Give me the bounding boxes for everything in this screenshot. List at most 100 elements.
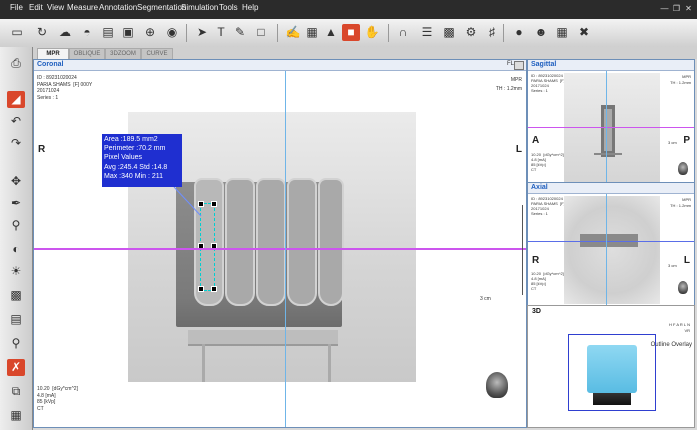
window-level-icon[interactable]: ▭ — [8, 24, 26, 41]
acquisition-info: 10.20 [dGy*cm^2] 4.8 [mA] 85 [kVp] CT — [531, 271, 564, 291]
perimeter-value: Perimeter :70.2 mm — [104, 145, 166, 153]
hand-icon[interactable]: ✋ — [363, 24, 381, 41]
menu-help[interactable]: Help — [242, 3, 258, 12]
head-orientation-icon[interactable] — [678, 162, 688, 175]
spine-icon[interactable]: ☰ — [418, 24, 436, 41]
gradient-icon[interactable]: ▩ — [7, 287, 25, 304]
globe-icon[interactable]: ⊕ — [141, 24, 159, 41]
thickness-label: TH : 1.2mm — [670, 80, 691, 85]
sagittal-viewport[interactable]: Sagittal ID : 89231020024 PARIA SHAMS [F… — [527, 59, 695, 185]
lock-icon[interactable]: ◉ — [163, 24, 181, 41]
axial-viewport[interactable]: Axial ID : 89231020024 PARIA SHAMS [F] 0… — [527, 182, 695, 306]
magnifier-icon[interactable]: ⚲ — [7, 217, 25, 234]
left-toolbar: ⎙ ◢ ↶ ↷ ✥ ✒ ⚲ ◐ ☀ ▩ ▤ ⚲ ✗ ⧉ ▦ — [0, 47, 33, 430]
restore-icon[interactable]: ❐ — [672, 4, 681, 13]
checker-icon[interactable]: ▦ — [7, 407, 25, 424]
orientation-left: R — [532, 255, 540, 266]
image-edit-icon[interactable]: ▦ — [303, 24, 321, 41]
axial-title: Axial — [531, 184, 548, 191]
scale-bar — [518, 205, 523, 295]
mpr-label: MPR — [682, 74, 691, 79]
menu-annotation[interactable]: Annotation — [99, 3, 137, 12]
max-min-value: Max :340 Min : 211 — [104, 172, 164, 180]
3d-icon[interactable]: ◓ — [78, 24, 96, 41]
orientation-right: P — [683, 135, 690, 146]
thickness-label: TH : 1.2mm — [670, 203, 691, 208]
contrast-icon[interactable]: ◐ — [7, 241, 25, 258]
redo-icon[interactable]: ↷ — [7, 135, 25, 152]
menu-view[interactable]: View — [47, 3, 64, 12]
crop-icon[interactable]: ▣ — [119, 24, 137, 41]
area-value: Area :189.5 mm2 — [104, 136, 158, 143]
sagittal-title: Sagittal — [531, 61, 557, 68]
head-orientation-icon[interactable] — [678, 281, 688, 294]
crosshair-horizontal[interactable] — [528, 127, 694, 128]
edit-icon[interactable]: ✍ — [284, 24, 302, 41]
settings-icon[interactable]: ⚙ — [462, 24, 480, 41]
main-toolbar: ▭ ↻ ☁ ◓ ▤ ▣ ⊕ ◉ ➤ T ✎ □ ✍ ▦ ▲ ■ ✋ ∩ ☰ ▩ … — [0, 19, 697, 48]
layout-icon[interactable]: ▦ — [553, 24, 571, 41]
image-icon[interactable]: ▤ — [99, 24, 117, 41]
pan-icon[interactable]: ✥ — [7, 173, 25, 190]
phantom-base — [594, 153, 622, 155]
zoom-pen-icon[interactable]: ✒ — [7, 195, 25, 212]
ct-image[interactable] — [564, 196, 660, 304]
3d-viewport[interactable]: 3D H F A R L N VR Outline Overlay — [527, 305, 695, 428]
delete-icon[interactable]: ✗ — [7, 359, 25, 376]
crosshair-horizontal[interactable] — [528, 241, 694, 242]
head-orientation-icon[interactable] — [486, 372, 508, 398]
menu-tools[interactable]: Tools — [219, 3, 238, 12]
minimize-icon[interactable]: — — [660, 4, 669, 13]
layers-icon[interactable]: ▤ — [7, 311, 25, 328]
chart-icon[interactable]: ▲ — [322, 24, 340, 41]
outline-overlay-label[interactable]: Outline Overlay — [651, 342, 692, 349]
menu-simulation[interactable]: Simulation — [181, 3, 218, 12]
pointer-icon[interactable]: ➤ — [193, 24, 211, 41]
3d-title: 3D — [532, 308, 541, 315]
angle-tool-icon[interactable]: ◢ — [7, 91, 25, 108]
outline-overlay-box[interactable] — [568, 334, 656, 411]
ruler-icon[interactable]: ✎ — [231, 24, 249, 41]
acquisition-info: 10.20 [dGy*cm^2] 4.8 [mA] 85 [kVp] CT — [37, 386, 78, 412]
pixel-values-label: Pixel Values — [104, 154, 143, 162]
person-icon[interactable]: ☻ — [532, 24, 550, 41]
menu-segmentation[interactable]: Segmentation — [137, 3, 186, 12]
3d-phantom — [587, 345, 637, 393]
view-tabs: MPR OBLIQUE 3DZOOM CURVE — [33, 47, 697, 60]
text-icon[interactable]: T — [212, 24, 230, 41]
menu-file[interactable]: File — [10, 3, 23, 12]
tools-icon[interactable]: ✖ — [575, 24, 593, 41]
orientation-left: A — [532, 135, 540, 146]
measurement-readout[interactable]: Area :189.5 mm2 Perimeter :70.2 mm Pixel… — [102, 134, 182, 187]
histogram-icon[interactable]: ▩ — [440, 24, 458, 41]
rotate-icon[interactable]: ↻ — [33, 24, 51, 41]
camera-icon[interactable]: ● — [510, 24, 528, 41]
tube-icon[interactable]: ♯ — [483, 24, 501, 41]
menu-bar: File Edit View Measure Annotation Segmen… — [0, 0, 697, 20]
orientation-right: L — [683, 255, 690, 266]
scale-label: 3 cm — [668, 263, 677, 268]
sagittal-header: Sagittal — [528, 60, 694, 71]
3d-base — [593, 393, 631, 405]
measurement-leader — [173, 186, 202, 217]
curve-icon[interactable]: ∩ — [394, 24, 412, 41]
rectangle-roi-icon[interactable]: □ — [252, 24, 270, 41]
menu-edit[interactable]: Edit — [29, 3, 43, 12]
print-icon[interactable]: ⎙ — [7, 55, 25, 72]
scale-label: 3 cm — [480, 296, 491, 302]
search-icon[interactable]: ⚲ — [7, 335, 25, 352]
cloud-icon[interactable]: ☁ — [56, 24, 74, 41]
axial-header: Axial — [528, 183, 694, 194]
menu-measure[interactable]: Measure — [67, 3, 98, 12]
close-icon[interactable]: ✕ — [684, 4, 693, 13]
crosshair-vertical[interactable] — [606, 71, 607, 184]
coronal-viewport[interactable]: Coronal FL ID : 89231020024 PARIA SHAMS … — [33, 59, 527, 428]
ct-image[interactable] — [564, 73, 660, 183]
copy-icon[interactable]: ⧉ — [7, 383, 25, 400]
render-mode: VR — [684, 328, 690, 333]
crosshair-vertical[interactable] — [606, 194, 607, 305]
undo-icon[interactable]: ↶ — [7, 113, 25, 130]
brightness-icon[interactable]: ☀ — [7, 263, 25, 280]
color-icon[interactable]: ■ — [342, 24, 360, 41]
scale-label: 3 cm — [668, 140, 677, 145]
